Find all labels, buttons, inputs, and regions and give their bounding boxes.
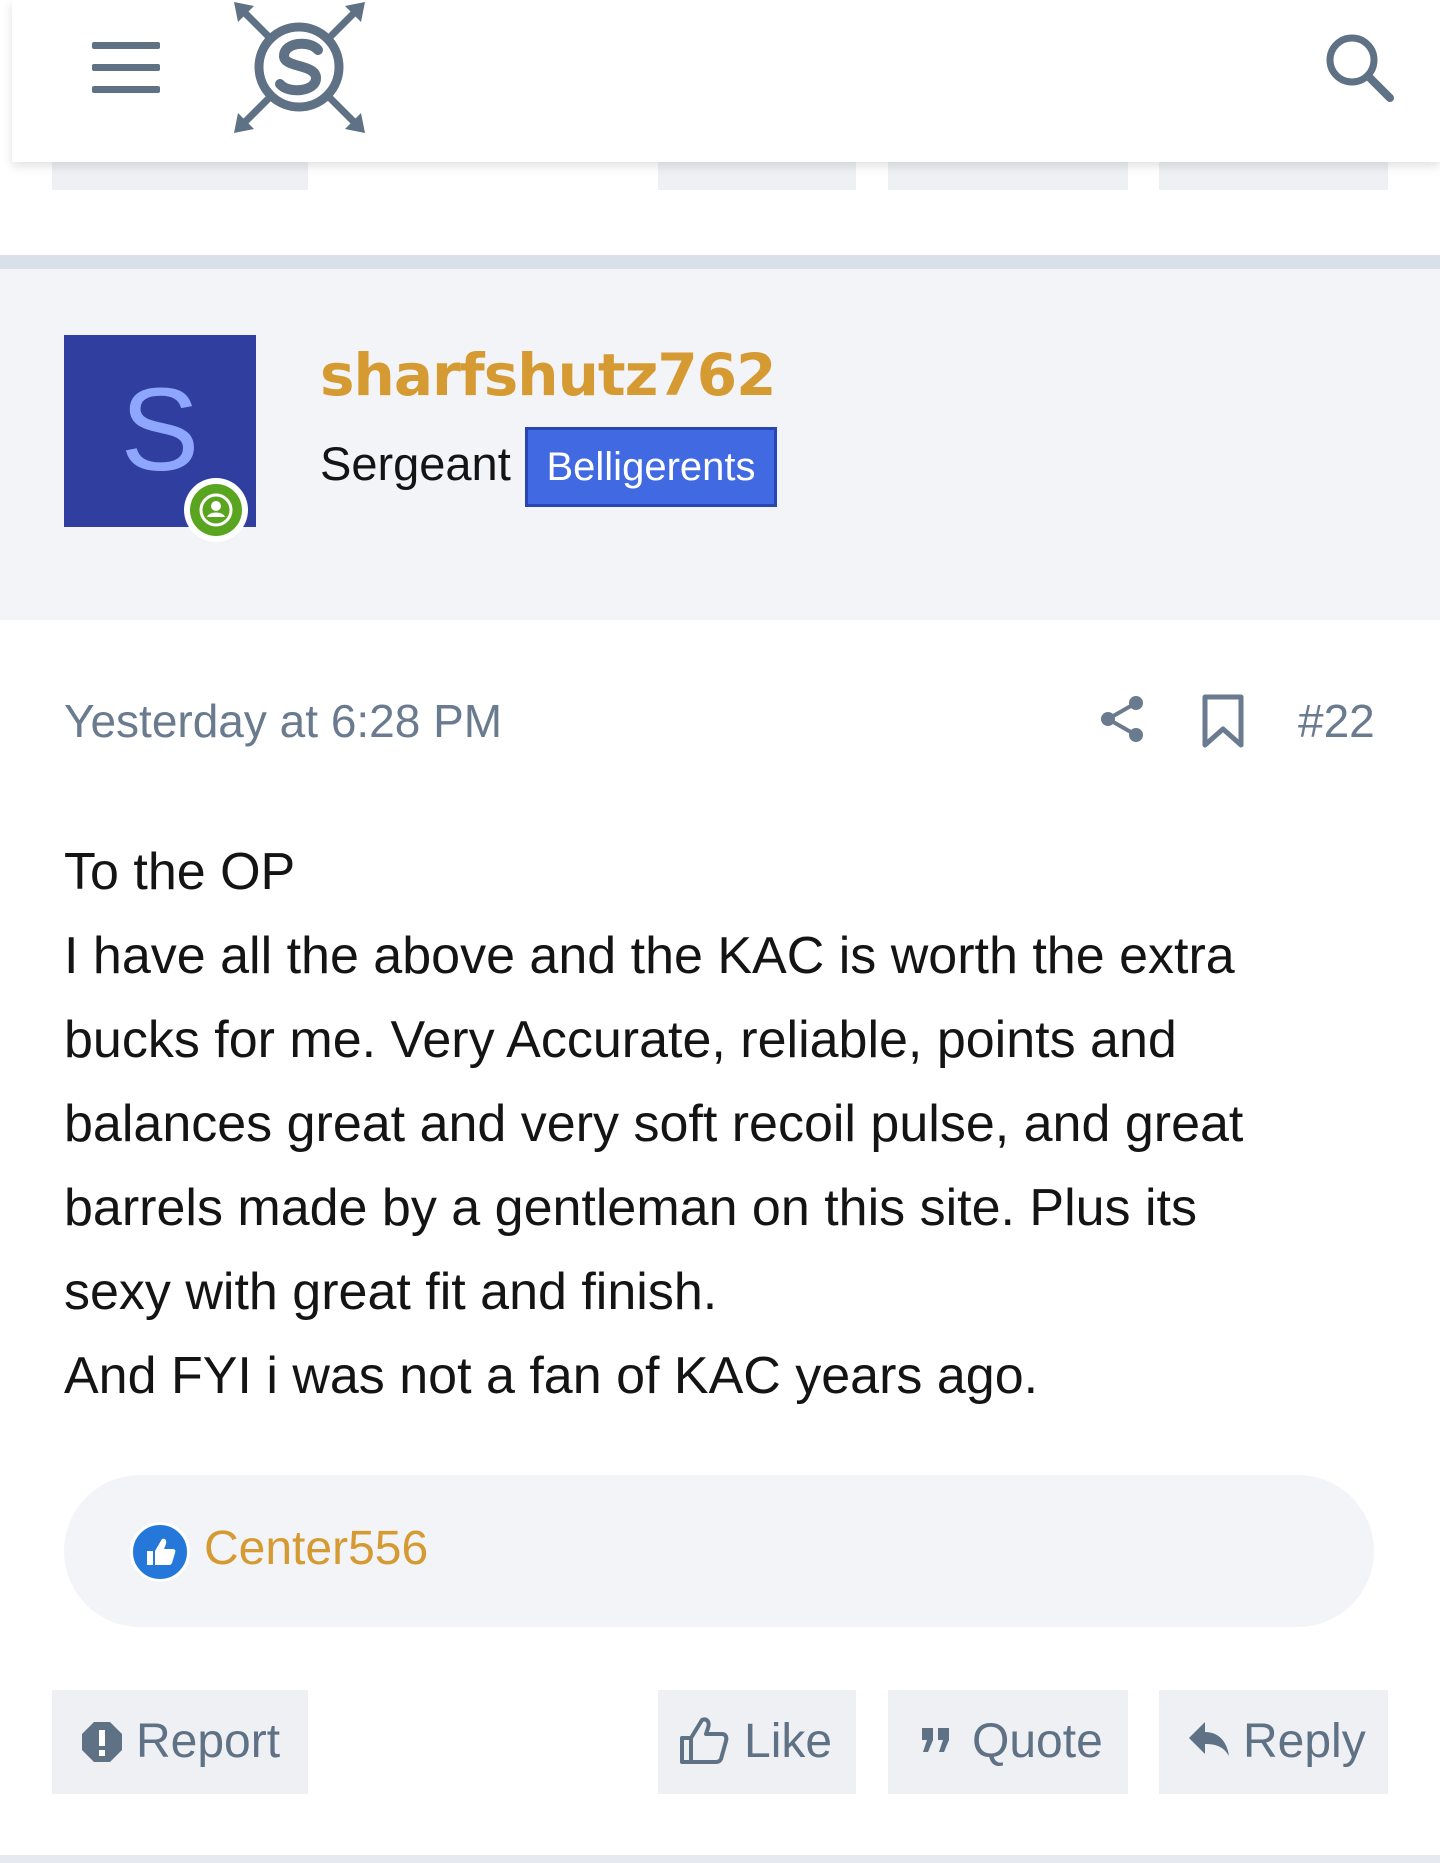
reply-label: Reply [1243,1715,1366,1768]
post-body-line: I have all the above and the KAC is wort… [64,927,1235,985]
like-label: Like [744,1715,833,1768]
search-icon[interactable] [1320,28,1400,108]
bookmark-icon[interactable] [1200,693,1246,749]
user-banner: Belligerents [525,427,777,507]
report-icon [82,1722,122,1762]
post-body-line: balances great and very soft recoil puls… [64,1095,1244,1153]
report-button[interactable]: Report [52,1690,308,1794]
quote-button[interactable]: Quote [888,1690,1128,1794]
share-icon[interactable] [1098,693,1146,745]
reactions-bar[interactable]: Center556 [64,1475,1374,1627]
post-body: To the OP I have all the above and the K… [64,830,1404,1418]
post-timestamp[interactable]: Yesterday at 6:28 PM [64,694,502,748]
post-divider [0,255,1440,269]
quote-icon [922,1728,949,1752]
reaction-user-link[interactable]: Center556 [204,1521,428,1576]
reply-button[interactable]: Reply [1159,1690,1388,1794]
thumbs-up-icon [680,1717,729,1764]
post-body-line: barrels made by a gentleman on this site… [64,1179,1198,1237]
post-body-line: bucks for me. Very Accurate, reliable, p… [64,1011,1177,1069]
like-button[interactable]: Like [658,1690,856,1794]
username-link[interactable]: sharfshutz762 [320,341,776,409]
post-bottom-divider [0,1855,1440,1863]
top-navigation-bar [12,0,1440,162]
post-body-line: And FYI i was not a fan of KAC years ago… [64,1347,1039,1405]
reply-icon [1189,1722,1229,1756]
online-user-icon [184,478,248,542]
hamburger-menu-icon[interactable] [92,42,174,93]
post-number-link[interactable]: #22 [1298,694,1375,748]
user-title: Sergeant [320,437,511,490]
report-label: Report [136,1715,281,1768]
quote-label: Quote [972,1715,1103,1768]
like-reaction-icon [130,1522,190,1582]
post-body-line: sexy with great fit and finish. [64,1263,718,1321]
post-body-line: To the OP [64,843,296,901]
site-logo[interactable] [232,0,367,135]
